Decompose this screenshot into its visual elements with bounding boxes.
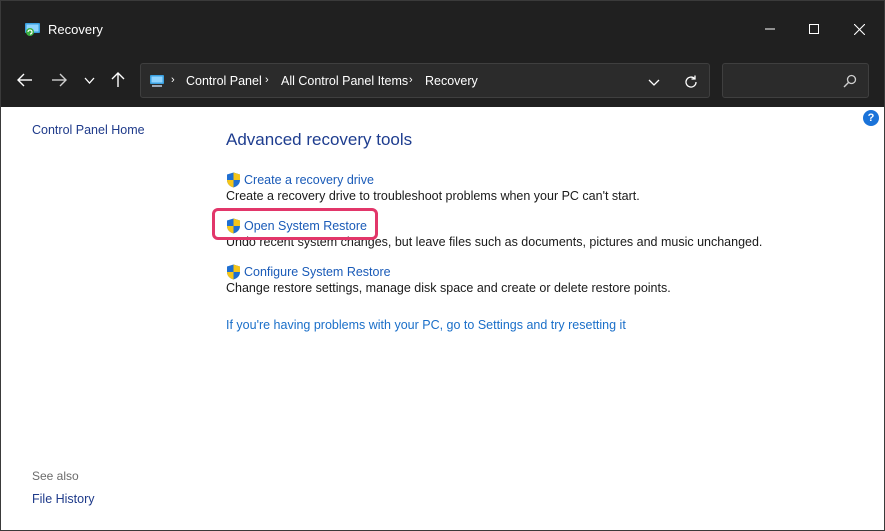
breadcrumb-separator: › xyxy=(171,74,175,86)
recovery-app-icon xyxy=(25,23,40,36)
tool-label: Create a recovery drive xyxy=(244,173,374,187)
up-arrow-icon xyxy=(111,72,125,87)
breadcrumb-all-items[interactable]: All Control Panel Items xyxy=(281,74,408,88)
help-button[interactable]: ? xyxy=(863,110,879,126)
up-button[interactable] xyxy=(108,70,128,90)
uac-shield-icon xyxy=(227,172,240,188)
breadcrumb-recovery[interactable]: Recovery xyxy=(425,74,478,88)
forward-arrow-icon xyxy=(52,73,67,87)
reset-pc-link[interactable]: If you're having problems with your PC, … xyxy=(226,318,626,332)
highlight-box xyxy=(212,208,378,240)
recent-locations-button[interactable] xyxy=(80,70,98,90)
control-panel-home-link[interactable]: Control Panel Home xyxy=(32,123,145,137)
title-bar: Recovery xyxy=(1,1,884,57)
control-panel-icon xyxy=(150,75,164,87)
window-title: Recovery xyxy=(48,22,103,37)
uac-shield-icon xyxy=(227,264,240,280)
forward-button[interactable] xyxy=(49,70,69,90)
address-bar[interactable]: › Control Panel › All Control Panel Item… xyxy=(140,63,710,98)
address-dropdown-icon[interactable] xyxy=(647,76,661,88)
maximize-icon xyxy=(809,24,819,34)
tool-label: Configure System Restore xyxy=(244,265,391,279)
close-icon xyxy=(853,23,865,35)
navigation-bar: › Control Panel › All Control Panel Item… xyxy=(1,53,884,107)
maximize-button[interactable] xyxy=(791,1,837,57)
chevron-down-icon xyxy=(84,77,94,84)
file-history-link[interactable]: File History xyxy=(32,492,95,506)
tool-description: Change restore settings, manage disk spa… xyxy=(226,281,671,295)
back-button[interactable] xyxy=(15,70,35,90)
search-box[interactable] xyxy=(722,63,869,98)
minimize-button[interactable] xyxy=(747,1,793,57)
breadcrumb-separator: › xyxy=(409,74,413,86)
breadcrumb-separator: › xyxy=(265,74,269,86)
close-button[interactable] xyxy=(836,1,882,57)
breadcrumb-control-panel[interactable]: Control Panel xyxy=(186,74,262,88)
recovery-window: Recovery › Control Panel › All Control P… xyxy=(0,0,885,531)
tool-description: Create a recovery drive to troubleshoot … xyxy=(226,189,640,203)
refresh-icon[interactable] xyxy=(683,74,699,90)
page-heading: Advanced recovery tools xyxy=(226,130,413,149)
search-icon xyxy=(843,74,857,88)
content-area: ? Control Panel Home See also File Histo… xyxy=(1,107,884,530)
minimize-icon xyxy=(765,28,775,30)
back-arrow-icon xyxy=(17,73,32,87)
see-also-label: See also xyxy=(32,469,79,483)
